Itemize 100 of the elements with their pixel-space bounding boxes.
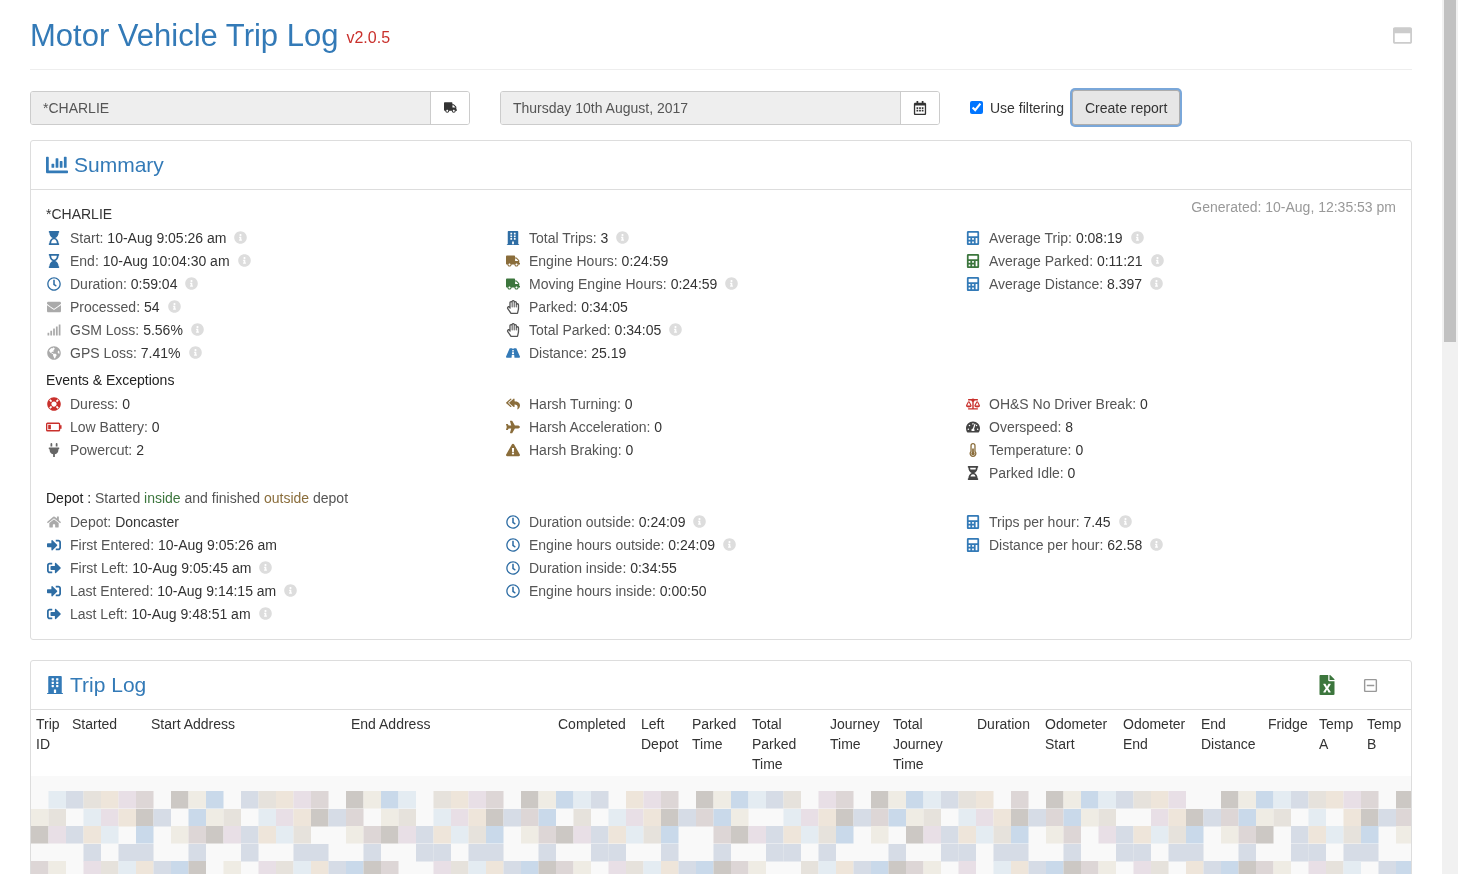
- info-icon[interactable]: [234, 231, 248, 244]
- window-icon[interactable]: [1393, 26, 1412, 45]
- clock-icon: [506, 560, 520, 575]
- column-header[interactable]: Odometer End: [1123, 714, 1201, 778]
- calculator-icon: [966, 514, 980, 529]
- stat-text: Distance per hour: 62.58: [989, 536, 1143, 553]
- stat-text: Trips per hour: 7.45: [989, 513, 1111, 530]
- info-icon[interactable]: [258, 607, 272, 620]
- info-icon[interactable]: [669, 323, 683, 336]
- stat-text: Engine hours inside: 0:00:50: [529, 582, 707, 599]
- info-icon[interactable]: [237, 254, 251, 267]
- info-icon[interactable]: [1150, 538, 1164, 551]
- filter-checkbox[interactable]: [970, 101, 983, 114]
- info-icon[interactable]: [1130, 231, 1144, 244]
- info-icon[interactable]: [284, 584, 298, 597]
- stat-text: Last Left: 10-Aug 9:48:51 am: [70, 605, 251, 622]
- column-header[interactable]: Duration: [977, 714, 1045, 778]
- stat-text: Average Parked: 0:11:21: [989, 252, 1143, 269]
- column-header[interactable]: Parked Time: [692, 714, 752, 778]
- column-header[interactable]: Total Journey Time: [893, 714, 977, 778]
- excel-icon[interactable]: [1317, 675, 1337, 695]
- column-header[interactable]: End Distance: [1201, 714, 1268, 778]
- column-header[interactable]: Total Parked Time: [752, 714, 830, 778]
- stat-text: Total Trips: 3: [529, 229, 609, 246]
- calculator-icon: [966, 276, 980, 291]
- info-icon[interactable]: [1150, 254, 1164, 267]
- stat-text: Low Battery: 0: [70, 418, 160, 435]
- stat-text: End: 10-Aug 10:04:30 am: [70, 252, 230, 269]
- column-header[interactable]: Completed: [558, 714, 641, 778]
- stat-text: Distance: 25.19: [529, 344, 627, 361]
- create-report-button[interactable]: Create report: [1071, 90, 1181, 125]
- envelope-icon: [47, 299, 61, 314]
- bar-chart-icon: [46, 154, 68, 176]
- info-icon[interactable]: [190, 323, 204, 336]
- stat-text: Harsh Braking: 0: [529, 441, 634, 458]
- hand-icon: [506, 299, 520, 314]
- date-field[interactable]: Thursday 10th August, 2017: [500, 90, 940, 125]
- truck-button[interactable]: [430, 91, 469, 124]
- gauge-icon: [966, 419, 980, 434]
- plug-icon: [47, 442, 61, 457]
- info-icon[interactable]: [185, 277, 199, 290]
- column-header[interactable]: Start Address: [151, 714, 351, 778]
- stat-text: Depot: Doncaster: [70, 513, 179, 530]
- info-icon[interactable]: [167, 300, 181, 313]
- info-icon[interactable]: [1118, 515, 1132, 528]
- sign-out-icon: [47, 560, 61, 575]
- info-icon[interactable]: [723, 538, 737, 551]
- column-header[interactable]: Left Depot: [641, 714, 692, 778]
- clock-icon: [506, 537, 520, 552]
- truck-icon: [506, 276, 520, 291]
- info-icon[interactable]: [188, 346, 202, 359]
- scrollbar[interactable]: [1442, 0, 1458, 874]
- page-title: Motor Vehicle Trip Log: [30, 17, 339, 54]
- stat-text: Engine hours outside: 0:24:09: [529, 536, 716, 553]
- road-icon: [506, 345, 520, 360]
- stat-text: Duration inside: 0:34:55: [529, 559, 677, 576]
- info-icon[interactable]: [1150, 277, 1164, 290]
- info-icon[interactable]: [725, 277, 739, 290]
- lifebuoy-icon: [47, 396, 61, 411]
- info-icon[interactable]: [259, 561, 273, 574]
- stat-text: Harsh Acceleration: 0: [529, 418, 663, 435]
- sign-in-icon: [47, 583, 61, 598]
- scales-icon: [966, 396, 980, 411]
- stat-text: Temperature: 0: [989, 441, 1084, 458]
- house-icon: [47, 514, 61, 529]
- stat-text: Powercut: 2: [70, 441, 144, 458]
- double-arrow-icon: [506, 396, 520, 411]
- column-header[interactable]: Temp B: [1367, 714, 1411, 778]
- column-header[interactable]: Started: [72, 714, 151, 778]
- calculator-icon: [966, 537, 980, 552]
- building-icon: [46, 676, 64, 694]
- stat-text: Total Parked: 0:34:05: [529, 321, 662, 338]
- stat-text: Parked: 0:34:05: [529, 298, 628, 315]
- stat-text: Duress: 0: [70, 395, 130, 412]
- stat-text: Last Entered: 10-Aug 9:14:15 am: [70, 582, 277, 599]
- stat-text: OH&S No Driver Break: 0: [989, 395, 1148, 412]
- column-header[interactable]: End Address: [351, 714, 558, 778]
- section-heading: Depot : Started inside and finished outside depot: [46, 489, 350, 508]
- panel-title: Trip Log: [70, 673, 147, 697]
- column-header[interactable]: Fridge: [1268, 714, 1319, 778]
- sign-in-icon: [47, 537, 61, 552]
- stat-text: Duration outside: 0:24:09: [529, 513, 686, 530]
- panel-title: Summary: [74, 153, 164, 177]
- info-icon[interactable]: [616, 231, 630, 244]
- stat-text: First Entered: 10-Aug 9:05:26 am: [70, 536, 277, 553]
- building-icon: [506, 230, 520, 245]
- column-header[interactable]: Journey Time: [830, 714, 893, 778]
- calculator-icon: [966, 230, 980, 245]
- column-header[interactable]: Temp A: [1319, 714, 1367, 778]
- collapse-icon[interactable]: [1363, 677, 1378, 693]
- stat-text: Processed: 54: [70, 298, 160, 315]
- info-icon[interactable]: [693, 515, 707, 528]
- vehicle-field[interactable]: *CHARLIE: [30, 90, 470, 125]
- stat-text: First Left: 10-Aug 9:05:45 am: [70, 559, 252, 576]
- column-header[interactable]: Odometer Start: [1045, 714, 1123, 778]
- calendar-button[interactable]: [900, 91, 939, 124]
- generated-time: Generated: 10-Aug, 12:35:53 pm: [1191, 199, 1396, 215]
- stat-text: Engine Hours: 0:24:59: [529, 252, 669, 269]
- column-header[interactable]: Trip ID: [36, 714, 72, 778]
- calculator-icon: [966, 253, 980, 268]
